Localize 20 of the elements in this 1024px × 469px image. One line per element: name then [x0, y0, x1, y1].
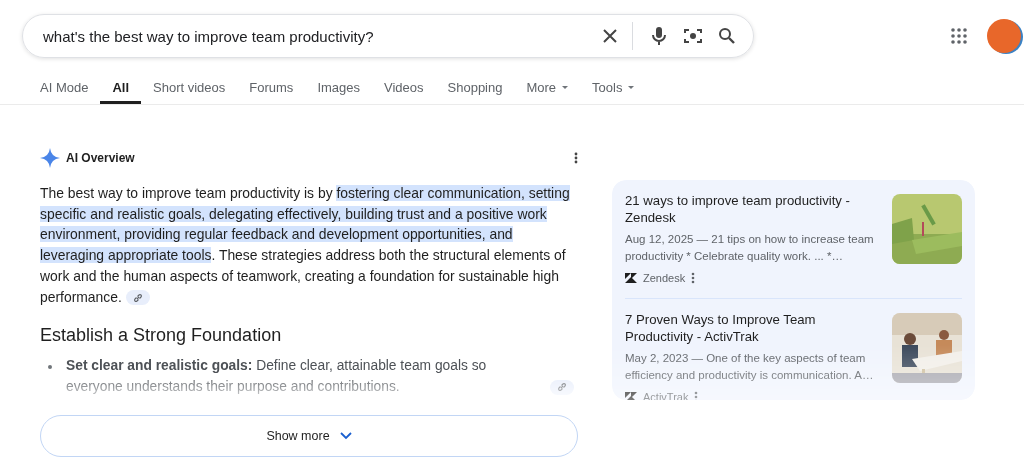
source-title[interactable]: 21 ways to improve team productivity - Zendesk [625, 192, 880, 226]
show-more-button[interactable]: Show more [40, 414, 578, 457]
source-snippet: May 2, 2023 — One of the key aspects of team efficiency and productivity is communication. A… [625, 351, 875, 383]
overview-summary: The best way to improve team productivity is by fostering clear communication, setting specific and realistic goals, delegating effectively, building trust and a positive work environment, providing regular feedback and development opportunities, and leveraging appropriate tools. These strategies address both the structural elements of work and the human aspects of teamwork, creating a foundation for sustainable high performance. [40, 184, 571, 308]
search-tab[interactable]: Short videos [141, 74, 238, 104]
bullet-text: Set clear and realistic goals: Define clear, attainable team goals so everyone understands their purpose and contributions. [66, 357, 488, 396]
search-tab[interactable]: Videos [372, 74, 436, 104]
overview-title: AI Overview [66, 151, 135, 165]
search-tab[interactable]: Shopping [435, 74, 515, 104]
search-tab[interactable]: Tools [580, 74, 647, 104]
search-tab[interactable]: More [514, 74, 581, 104]
source-title[interactable]: 7 Proven Ways to Improve Team Productivity - ActivTrak [625, 311, 880, 345]
source-site: Zendesk [643, 272, 686, 284]
source-snippet: Aug 12, 2025 — 21 tips on how to increase team productivity * Celebrate quality work. ... *… [625, 232, 875, 264]
section-heading: Establish a Strong Foundation [40, 325, 283, 347]
search-tab[interactable]: All [100, 74, 142, 104]
search-tab[interactable]: Images [305, 74, 372, 104]
search-tab[interactable]: Forums [237, 74, 306, 104]
search-tab[interactable]: AI Mode [28, 74, 101, 104]
search-field[interactable]: what's the best way to improve team productivity? [41, 26, 588, 46]
